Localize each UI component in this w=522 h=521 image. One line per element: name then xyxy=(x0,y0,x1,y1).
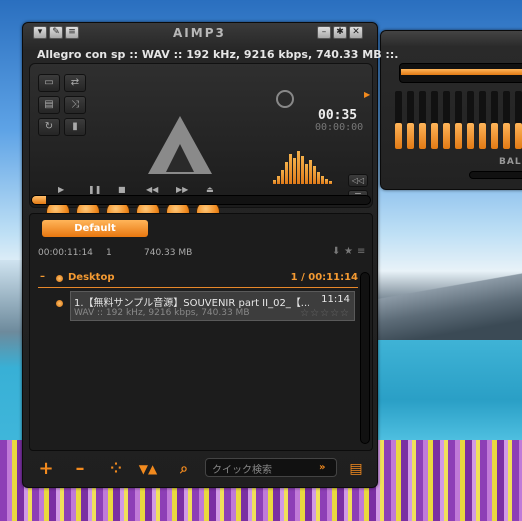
play-icon: ▶ xyxy=(58,185,65,194)
equalizer-toggle-icon[interactable]: ≡ xyxy=(65,26,79,39)
playlist-track-count: 1 xyxy=(106,248,112,258)
equalizer-sliders[interactable] xyxy=(395,91,522,151)
sort-icon[interactable]: ▼▲ xyxy=(137,459,159,479)
player-display: ▭ ⇄ ▤ ⤨ ↻ ▮ 00:35 00:00:00 ▶ ▶ ❚❚ ■ ◀◀ ▶… xyxy=(29,63,373,224)
stop-icon: ■ xyxy=(118,185,126,194)
track-duration: 11:14 xyxy=(321,294,350,305)
settings-icon[interactable]: ✎ xyxy=(49,26,63,39)
group-dot-icon xyxy=(56,275,63,282)
quick-search-input[interactable]: クイック検索 xyxy=(205,458,337,477)
repeat-button[interactable]: ↻ xyxy=(38,118,60,136)
equalizer-window: BAL xyxy=(380,30,522,190)
download-icon[interactable]: ⬇ xyxy=(332,246,340,257)
playlist-scrollbar[interactable] xyxy=(360,272,370,444)
library-button[interactable]: ▤ xyxy=(38,96,60,114)
total-time: 00:00:00 xyxy=(315,122,364,133)
playlist-tab-default[interactable]: Default xyxy=(42,220,148,237)
pause-icon: ❚❚ xyxy=(88,185,102,194)
add-icon[interactable]: + xyxy=(35,459,57,479)
playlist-total-size: 740.33 MB xyxy=(144,248,193,258)
playlist-total-time: 00:00:11:14 xyxy=(38,248,93,258)
mute-button[interactable]: ◁◁ xyxy=(348,174,368,187)
desktop-background-left xyxy=(0,260,22,440)
app-title: AIMP3 xyxy=(173,26,226,40)
title-bar[interactable]: ▾ ✎ ≡ AIMP3 – ✱ ✕ xyxy=(23,23,377,41)
playlist-track-row[interactable]: 1.【無料サンプル音源】SOUVENIR part II_02_【... 11:… xyxy=(70,291,355,321)
desktop-background-mountains xyxy=(376,270,522,340)
ab-repeat-button[interactable]: ▭ xyxy=(38,74,60,92)
close-icon[interactable]: ✕ xyxy=(349,26,363,39)
list-menu-icon[interactable]: ≡ xyxy=(357,246,365,257)
pin-icon[interactable]: ✱ xyxy=(333,26,347,39)
player-window: ▾ ✎ ≡ AIMP3 – ✱ ✕ Allegro con sp :: WAV … xyxy=(22,22,398,488)
visualization-button[interactable]: ▮ xyxy=(64,118,86,136)
balance-label: BAL xyxy=(499,157,522,167)
playlist-panel: Default 00:00:11:14 1 740.33 MB ⬇ ★ ≡ – … xyxy=(29,213,373,451)
collapse-icon[interactable]: – xyxy=(40,271,45,282)
remove-icon[interactable]: – xyxy=(69,459,91,479)
search-icon[interactable]: ⌕ xyxy=(173,459,195,479)
rating-stars[interactable]: ☆☆☆☆☆ xyxy=(300,308,350,319)
select-icon[interactable]: ⁘ xyxy=(105,459,127,479)
seek-bar[interactable] xyxy=(31,195,371,205)
desktop-background-lake xyxy=(376,340,522,440)
next-icon: ▶▶ xyxy=(176,185,189,194)
now-playing-icon xyxy=(56,300,63,307)
shuffle-button[interactable]: ⤨ xyxy=(64,96,86,114)
playlist-toolbar: + – ⁘ ▼▲ ⌕ クイック検索 » ▤ xyxy=(29,455,373,483)
power-icon[interactable] xyxy=(276,90,294,108)
file-icon[interactable]: ▤ xyxy=(345,459,367,479)
track-meta: WAV :: 192 kHz, 9216 kbps, 740.33 MB xyxy=(74,308,250,318)
crossfade-button[interactable]: ⇄ xyxy=(64,74,86,92)
prev-icon: ◀◀ xyxy=(146,185,159,194)
group-name: Desktop xyxy=(68,272,115,283)
group-header[interactable]: – Desktop 1 / 00:11:14 xyxy=(38,270,358,288)
time-mode-arrow-icon[interactable]: ▶ xyxy=(364,90,370,99)
menu-icon[interactable]: ▾ xyxy=(33,26,47,39)
track-title: 1.【無料サンプル音源】SOUVENIR part II_02_【... xyxy=(74,298,309,309)
search-go-icon[interactable]: » xyxy=(319,462,325,473)
minimize-icon[interactable]: – xyxy=(317,26,331,39)
eject-icon: ⏏ xyxy=(206,185,214,194)
track-info-ticker: Allegro con sp :: WAV :: 192 kHz, 9216 k… xyxy=(37,48,399,61)
favorite-icon[interactable]: ★ xyxy=(344,246,353,257)
group-summary: 1 / 00:11:14 xyxy=(290,272,358,283)
